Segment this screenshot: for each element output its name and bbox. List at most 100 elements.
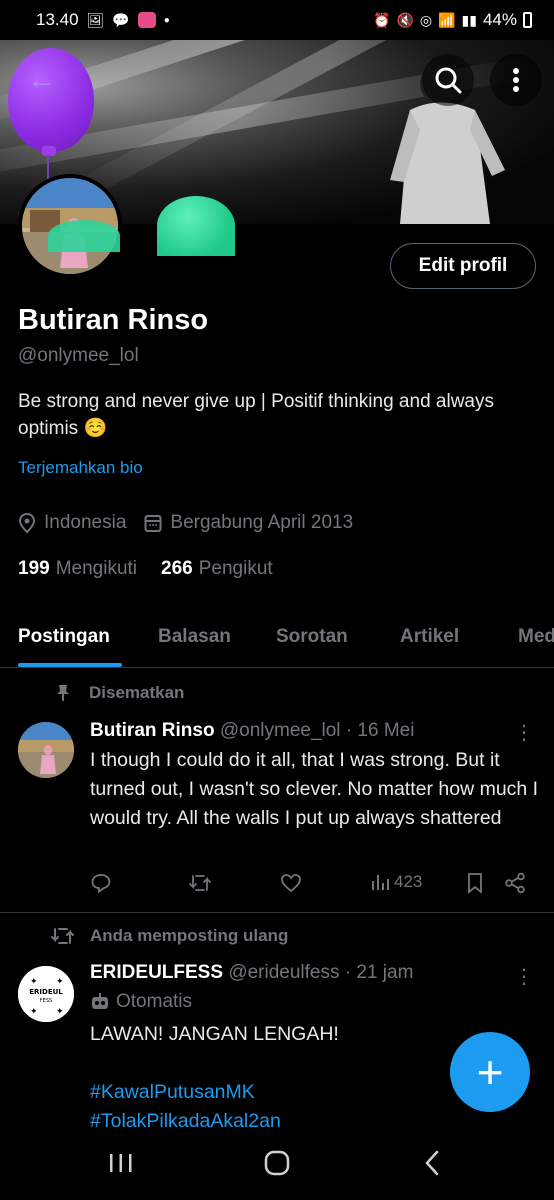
followers-label: Pengikut — [198, 558, 273, 579]
recent-apps-button[interactable] — [108, 1150, 134, 1182]
repost-button[interactable] — [188, 872, 212, 894]
following-link[interactable]: 199 Mengikuti — [18, 558, 137, 580]
like-button[interactable] — [280, 872, 302, 894]
back-arrow-icon: ← — [27, 63, 57, 96]
post-author-name[interactable]: Butiran Rinso — [90, 720, 215, 741]
reply-button[interactable] — [90, 872, 112, 894]
system-navigation-bar — [0, 1138, 554, 1200]
repost-more-button[interactable]: ⋮ — [514, 964, 534, 989]
repost-icon — [189, 875, 211, 891]
svg-text:✦: ✦ — [56, 1006, 64, 1016]
alarm-icon: ⏰ — [373, 11, 391, 28]
status-time: 13.40 — [36, 10, 79, 29]
chat-icon: 💬 — [112, 11, 130, 28]
profile-handle: @onlymee_lol — [18, 345, 139, 366]
followers-link[interactable]: 266 Pengikut — [161, 558, 273, 580]
search-icon — [435, 67, 462, 94]
views-count: 423 — [394, 872, 423, 891]
tab-artikel[interactable]: Artikel — [400, 626, 459, 648]
bookmark-icon — [468, 873, 482, 894]
post-time: · 16 Mei — [345, 720, 415, 741]
more-vertical-icon — [513, 68, 519, 92]
edit-profile-button[interactable]: Edit profil — [390, 243, 536, 289]
gallery-icon: 🖼 — [86, 11, 105, 28]
bookmark-button[interactable] — [466, 872, 484, 894]
repost-hashtags: #KawalPutusanMK #TolakPilkadaAkal2an — [90, 1078, 281, 1136]
status-bar: 13.40 🖼 💬 ● ⏰ 🔇 ◎ 📶 ▮▮ 44% — [0, 0, 554, 40]
calendar-icon — [144, 515, 162, 532]
views-icon — [372, 875, 389, 890]
post-divider — [0, 912, 554, 913]
profile-tabs: Postingan Balasan Sorotan Artikel Media — [0, 612, 554, 668]
svg-text:✦: ✦ — [56, 976, 64, 986]
translate-bio-link[interactable]: Terjemahkan bio — [18, 458, 143, 478]
erideulfess-logo: ERIDEUL FESS ✦ ✦ ✦ ✦ — [18, 966, 74, 1022]
location-item: Indonesia — [18, 512, 126, 534]
followers-count: 266 — [161, 558, 193, 579]
avatar-photo — [18, 722, 74, 778]
reply-icon — [91, 874, 111, 894]
repost-header: ERIDEULFESS @erideulfess · 21 jam — [90, 962, 413, 984]
recents-icon — [110, 1154, 132, 1172]
repost-author-name[interactable]: ERIDEULFESS — [90, 962, 223, 983]
post-more-button[interactable]: ⋮ — [514, 720, 534, 745]
balloon-knot — [42, 146, 56, 156]
pinned-indicator: Disematkan — [55, 683, 184, 703]
joined-text: Bergabung April 2013 — [170, 512, 354, 533]
profile-bio: Be strong and never give up | Positif th… — [18, 391, 494, 439]
location-pin-icon — [18, 512, 36, 534]
share-button[interactable] — [504, 872, 526, 894]
joined-item: Bergabung April 2013 — [144, 512, 353, 534]
post-author-handle: @onlymee_lol — [219, 720, 341, 741]
profile-meta: Indonesia Bergabung April 2013 — [18, 512, 363, 534]
compose-post-button[interactable]: + — [450, 1032, 530, 1112]
search-button[interactable] — [422, 54, 474, 106]
wifi-icon: 📶 — [438, 11, 456, 28]
back-chevron-icon — [425, 1150, 439, 1176]
tab-media[interactable]: Media — [518, 626, 554, 648]
automated-label: Otomatis — [90, 991, 192, 1013]
back-button[interactable]: ← — [16, 54, 68, 106]
battery-text: 44% — [482, 10, 517, 29]
repost-time: · 21 jam — [344, 962, 414, 983]
tab-sorotan[interactable]: Sorotan — [276, 626, 348, 648]
active-tab-indicator — [18, 663, 122, 667]
hashtag-link[interactable]: #TolakPilkadaAkal2an — [90, 1107, 281, 1136]
green-balloon — [157, 196, 235, 256]
battery-icon — [523, 12, 532, 28]
pin-icon — [57, 685, 69, 701]
line-app-icon — [137, 12, 156, 28]
home-button[interactable] — [264, 1150, 290, 1183]
post-actions: 423 — [90, 872, 530, 900]
post-author-avatar[interactable] — [18, 722, 74, 778]
robot-icon — [92, 993, 108, 1009]
hashtag-link[interactable]: #KawalPutusanMK — [90, 1078, 281, 1107]
repost-indicator: Anda memposting ulang — [50, 926, 288, 946]
views-button[interactable]: 423 — [370, 872, 422, 892]
logo-text: ERIDEUL — [29, 988, 63, 996]
profile-name: Butiran Rinso — [18, 304, 209, 336]
logo-subtext: FESS — [40, 998, 52, 1004]
mute-icon: 🔇 — [396, 11, 414, 28]
repost-author-handle: @erideulfess — [228, 962, 340, 983]
share-icon — [505, 872, 525, 894]
heart-icon — [281, 874, 301, 893]
post-header: Butiran Rinso @onlymee_lol · 16 Mei — [90, 720, 414, 742]
automated-text: Otomatis — [116, 991, 193, 1012]
green-balloon-small — [48, 220, 120, 252]
more-options-button[interactable] — [490, 54, 542, 106]
follow-stats: 199 Mengikuti 266 Pengikut — [18, 558, 273, 580]
following-label: Mengikuti — [55, 558, 138, 579]
location-text: Indonesia — [44, 512, 127, 533]
svg-text:✦: ✦ — [30, 1006, 38, 1016]
following-count: 199 — [18, 558, 50, 579]
home-icon — [264, 1150, 290, 1176]
back-nav-button[interactable] — [424, 1150, 440, 1183]
hotspot-icon: ◎ — [419, 11, 433, 28]
repost-author-avatar[interactable]: ERIDEUL FESS ✦ ✦ ✦ ✦ — [18, 966, 74, 1022]
tab-postingan[interactable]: Postingan — [18, 626, 110, 648]
dot-icon: ● — [163, 14, 170, 26]
pinned-label: Disematkan — [89, 683, 185, 702]
tab-balasan[interactable]: Balasan — [158, 626, 231, 648]
repost-label: Anda memposting ulang — [90, 926, 289, 945]
